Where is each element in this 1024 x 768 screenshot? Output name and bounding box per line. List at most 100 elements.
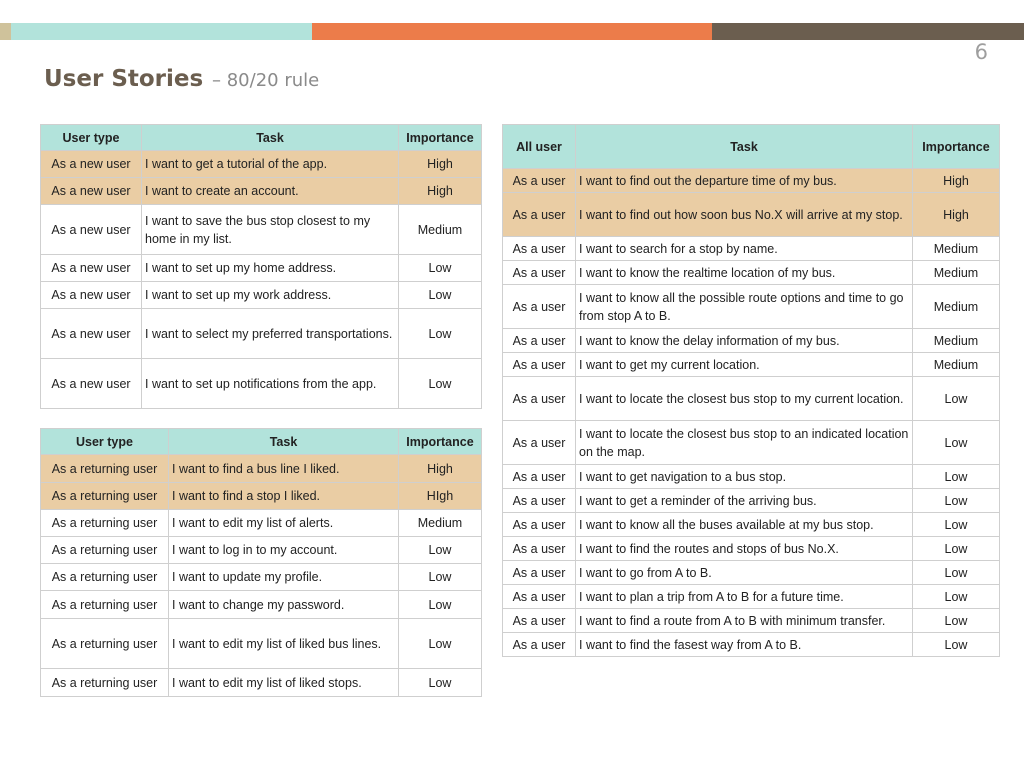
table-row: As a user I want to search for a stop by … [502, 236, 1000, 261]
user-type-cell: As a user [502, 284, 576, 329]
importance-cell: High [912, 192, 1000, 237]
task-cell: I want to find out how soon bus No.X wil… [575, 192, 913, 237]
task-cell: I want to locate the closest bus stop to… [575, 376, 913, 421]
importance-cell: Medium [398, 204, 482, 255]
importance-cell: Low [398, 281, 482, 309]
task-cell: I want to know the realtime location of … [575, 260, 913, 285]
returning-user-stories-table: User type Task Importance As a returning us… [40, 428, 482, 697]
table-row: As a returning user I want to edit my lis… [40, 509, 482, 537]
importance-cell: Low [398, 618, 482, 669]
importance-cell: HIgh [398, 482, 482, 510]
user-type-cell: As a user [502, 632, 576, 657]
table-row: As a new user I want to set up my work ad… [40, 281, 482, 309]
user-type-cell: As a user [502, 376, 576, 421]
table-row: As a user I want to know the delay inform… [502, 328, 1000, 353]
table-row: As a new user I want to set up notificati… [40, 358, 482, 409]
user-type-cell: As a returning user [40, 668, 169, 697]
user-type-cell: As a returning user [40, 509, 169, 537]
table-row: As a new user I want to select my preferr… [40, 308, 482, 359]
table-header-row: User type Task Importance [40, 124, 482, 151]
all-user-stories-table: All user Task Importance As a user I want to… [502, 124, 1000, 657]
table-row: As a user I want to know all the possible… [502, 284, 1000, 329]
table-row: As a user I want to go from A to B. Low [502, 560, 1000, 585]
user-type-cell: As a new user [40, 204, 142, 255]
user-type-cell: As a user [502, 608, 576, 633]
table-row: As a returning user I want to find a stop… [40, 482, 482, 510]
decorative-color-bar [0, 23, 1024, 40]
task-cell: I want to know all the buses available a… [575, 512, 913, 537]
task-cell: I want to know all the possible route op… [575, 284, 913, 329]
importance-cell: Medium [912, 352, 1000, 377]
table-row: As a returning user I want to log in to m… [40, 536, 482, 564]
task-cell: I want to find a route from A to B with … [575, 608, 913, 633]
page-subtitle: – 80/20 rule [212, 70, 320, 91]
task-cell: I want to set up notifications from the … [141, 358, 399, 409]
table-row: As a new user I want to get a tutorial of… [40, 150, 482, 178]
importance-cell: Low [398, 358, 482, 409]
importance-cell: Low [912, 632, 1000, 657]
user-type-cell: As a new user [40, 281, 142, 309]
importance-cell: Low [912, 608, 1000, 633]
task-cell: I want to get a tutorial of the app. [141, 150, 399, 178]
user-type-cell: As a user [502, 168, 576, 193]
task-cell: I want to change my password. [168, 590, 399, 619]
importance-cell: Low [912, 536, 1000, 561]
importance-cell: Low [912, 560, 1000, 585]
task-cell: I want to get navigation to a bus stop. [575, 464, 913, 489]
table-row: As a user I want to find out the departur… [502, 168, 1000, 193]
user-type-cell: As a user [502, 560, 576, 585]
task-cell: I want to select my preferred transporta… [141, 308, 399, 359]
task-cell: I want to set up my work address. [141, 281, 399, 309]
color-bar-segment [11, 23, 312, 40]
task-cell: I want to go from A to B. [575, 560, 913, 585]
table-row: As a user I want to get my current locati… [502, 352, 1000, 377]
task-cell: I want to find the fasest way from A to … [575, 632, 913, 657]
task-header: Task [168, 428, 399, 455]
table-row: As a user I want to get a reminder of the… [502, 488, 1000, 513]
importance-cell: Low [398, 308, 482, 359]
task-cell: I want to log in to my account. [168, 536, 399, 564]
table-row: As a new user I want to save the bus stop… [40, 204, 482, 255]
importance-cell: Low [912, 420, 1000, 465]
task-header: Task [575, 124, 913, 169]
importance-cell: Low [398, 590, 482, 619]
task-cell: I want to find a stop I liked. [168, 482, 399, 510]
task-cell: I want to find a bus line I liked. [168, 454, 399, 483]
user-type-header: User type [40, 428, 169, 455]
importance-cell: Low [912, 464, 1000, 489]
table-row: As a new user I want to create an account… [40, 177, 482, 205]
table-row: As a user I want to plan a trip from A to… [502, 584, 1000, 609]
task-cell: I want to know the delay information of … [575, 328, 913, 353]
table-row: As a user I want to locate the closest bu… [502, 376, 1000, 421]
task-cell: I want to set up my home address. [141, 254, 399, 282]
importance-cell: High [398, 454, 482, 483]
color-bar-segment [0, 23, 11, 40]
user-type-cell: As a user [502, 420, 576, 465]
user-type-cell: As a user [502, 260, 576, 285]
importance-header: Importance [398, 428, 482, 455]
task-cell: I want to update my profile. [168, 563, 399, 591]
user-type-cell: As a returning user [40, 563, 169, 591]
importance-cell: Low [398, 668, 482, 697]
task-cell: I want to get my current location. [575, 352, 913, 377]
task-cell: I want to find out the departure time of… [575, 168, 913, 193]
table-header-row: User type Task Importance [40, 428, 482, 455]
user-type-header: All user [502, 124, 576, 169]
user-type-cell: As a user [502, 236, 576, 261]
user-type-cell: As a user [502, 328, 576, 353]
importance-cell: Medium [912, 328, 1000, 353]
table-row: As a user I want to find the routes and s… [502, 536, 1000, 561]
color-bar-segment [312, 23, 712, 40]
user-type-cell: As a new user [40, 150, 142, 178]
table-row: As a returning user I want to update my p… [40, 563, 482, 591]
task-cell: I want to edit my list of liked bus line… [168, 618, 399, 669]
user-type-cell: As a returning user [40, 482, 169, 510]
user-type-header: User type [40, 124, 142, 151]
user-type-cell: As a user [502, 536, 576, 561]
importance-cell: High [912, 168, 1000, 193]
user-type-cell: As a returning user [40, 590, 169, 619]
task-cell: I want to plan a trip from A to B for a … [575, 584, 913, 609]
user-type-cell: As a user [502, 584, 576, 609]
importance-header: Importance [398, 124, 482, 151]
user-type-cell: As a new user [40, 177, 142, 205]
